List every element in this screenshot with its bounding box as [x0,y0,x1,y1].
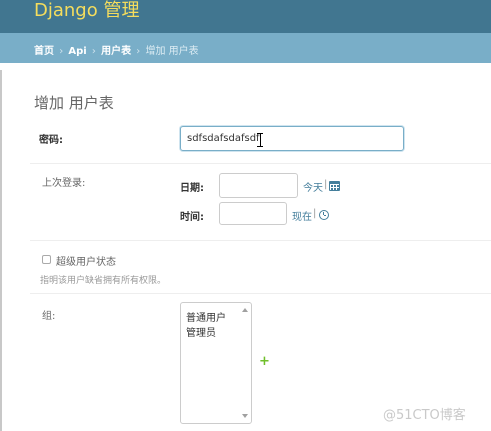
text-cursor-icon [257,133,263,147]
add-group-icon[interactable]: + [259,354,270,369]
form-row-last-login: 上次登录: 日期: 今天 | 时间: 现在 | [30,164,491,241]
today-link[interactable]: 今天 [303,179,323,194]
breadcrumb-separator: › [91,46,96,57]
groups-option[interactable]: 管理员 [186,324,216,339]
time-label: 时间: [180,212,204,223]
form-row-password: 密码: sdfsdafsdafsdf [30,116,491,164]
groups-select[interactable]: 普通用户 管理员 [180,302,252,424]
breadcrumb-current: 增加 用户表 [145,46,199,57]
breadcrumb-app-link[interactable]: Api [68,46,86,57]
form-row-superuser: 超级用户状态 指明该用户缺省拥有所有权限。 [30,241,491,294]
date-input[interactable] [219,173,298,198]
scroll-up-arrow-icon[interactable] [242,308,248,312]
page-title: 增加 用户表 [34,94,114,113]
last-login-label: 上次登录: [42,178,86,189]
clock-icon[interactable] [319,210,329,220]
password-label: 密码: [39,135,63,146]
link-separator: | [324,179,328,190]
time-input[interactable] [219,202,287,225]
now-link[interactable]: 现在 [292,208,312,223]
breadcrumb: 首页 › Api › 用户表 › 增加 用户表 [0,33,491,63]
breadcrumb-model-link[interactable]: 用户表 [101,46,131,57]
site-header: Django 管理 [0,0,491,33]
watermark: @51CTO博客 [383,408,466,423]
groups-option[interactable]: 普通用户 [186,309,226,324]
superuser-checkbox[interactable] [42,255,51,264]
groups-help-text-cutoff [180,426,480,431]
password-input[interactable]: sdfsdafsdafsdf [180,126,404,151]
groups-label: 组: [42,311,56,322]
left-edge-border [0,70,2,431]
breadcrumb-home-link[interactable]: 首页 [34,46,54,57]
scroll-down-arrow-icon[interactable] [242,414,248,418]
breadcrumb-separator: › [59,46,64,57]
superuser-label[interactable]: 超级用户状态 [56,253,116,268]
calendar-icon[interactable] [329,181,340,191]
breadcrumb-trail: 首页 › Api › 用户表 › 增加 用户表 [34,42,199,57]
link-separator: | [313,208,317,219]
breadcrumb-separator: › [136,46,141,57]
superuser-help-text: 指明该用户缺省拥有所有权限。 [40,276,167,286]
date-label: 日期: [180,183,204,194]
groups-select-scrollbar[interactable] [238,303,251,423]
password-value: sdfsdafsdafsdf [187,133,260,144]
site-brand[interactable]: Django 管理 [34,0,139,22]
